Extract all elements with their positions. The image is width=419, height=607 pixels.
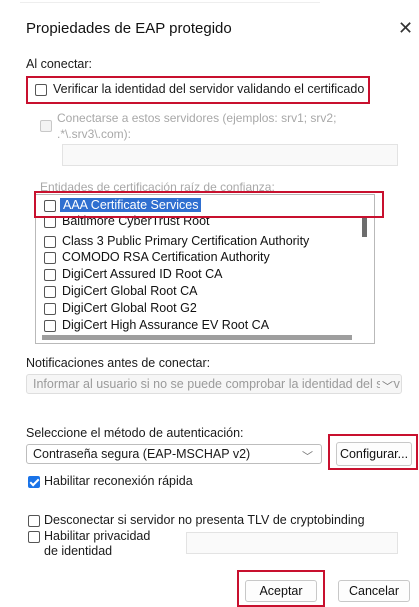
fast-reconnect-label: Habilitar reconexión rápida bbox=[44, 474, 193, 488]
chevron-down-icon: ﹀ bbox=[380, 378, 393, 393]
chevron-down-icon: ﹀ bbox=[302, 451, 313, 463]
ca-heading: Entidades de certificación raíz de confi… bbox=[40, 180, 275, 194]
ca-item-label: COMODO RSA Certification Authority bbox=[62, 250, 270, 264]
top-edge-fragment bbox=[20, 0, 320, 3]
verify-server-label: Verificar la identidad del servidor vali… bbox=[53, 82, 365, 96]
ca-checkbox[interactable] bbox=[44, 236, 56, 248]
auth-method-value: Contraseña segura (EAP-MSCHAP v2) bbox=[33, 447, 251, 461]
auth-method-select[interactable]: Contraseña segura (EAP-MSCHAP v2) ﹀ bbox=[26, 444, 322, 464]
identity-privacy-option[interactable]: Habilitar privacidad de identidad bbox=[26, 528, 186, 562]
notifications-heading: Notificaciones antes de conectar: bbox=[26, 356, 211, 370]
connect-heading: Al conectar: bbox=[26, 57, 93, 71]
cryptobinding-label: Desconectar si servidor no presenta TLV … bbox=[44, 513, 365, 527]
close-icon[interactable]: ✕ bbox=[398, 18, 413, 39]
identity-privacy-label-2: de identidad bbox=[44, 544, 113, 558]
verify-server-option[interactable]: Verificar la identidad del servidor vali… bbox=[26, 76, 370, 104]
ca-item-label: AAA Certificate Services bbox=[60, 198, 202, 212]
connect-servers-label-2: .*\.srv3\.com): bbox=[57, 127, 132, 141]
vertical-scrollbar-thumb[interactable] bbox=[362, 217, 367, 237]
ca-checkbox[interactable] bbox=[44, 216, 56, 228]
ca-item-label: DigiCert Assured ID Root CA bbox=[62, 267, 223, 281]
servers-input bbox=[62, 144, 398, 166]
fast-reconnect-option[interactable]: Habilitar reconexión rápida bbox=[26, 473, 266, 491]
window-title: Propiedades de EAP protegido bbox=[26, 20, 232, 37]
horizontal-scrollbar-thumb[interactable] bbox=[42, 335, 352, 340]
ca-item-label: DigiCert Global Root CA bbox=[62, 284, 198, 298]
connect-servers-label: Conectarse a estos servidores (ejemplos:… bbox=[57, 111, 337, 125]
identity-privacy-label: Habilitar privacidad bbox=[44, 529, 151, 543]
ca-checkbox[interactable] bbox=[44, 320, 56, 332]
fast-reconnect-checkbox[interactable] bbox=[28, 476, 40, 488]
notifications-value: Informar al usuario si no se puede compr… bbox=[33, 377, 400, 391]
ok-button[interactable]: Aceptar bbox=[245, 580, 317, 602]
identity-input bbox=[186, 532, 398, 554]
configure-button[interactable]: Configurar... bbox=[336, 442, 412, 466]
ca-checkbox[interactable] bbox=[44, 286, 56, 298]
ca-item-label: DigiCert Global Root G2 bbox=[62, 301, 197, 315]
auth-heading: Seleccione el método de autenticación: bbox=[26, 426, 244, 440]
connect-servers-checkbox bbox=[40, 120, 52, 132]
cancel-button[interactable]: Cancelar bbox=[338, 580, 410, 602]
verify-server-checkbox[interactable] bbox=[35, 84, 47, 96]
cryptobinding-checkbox[interactable] bbox=[28, 515, 40, 527]
ca-checkbox[interactable] bbox=[44, 269, 56, 281]
identity-privacy-checkbox[interactable] bbox=[28, 531, 40, 543]
ca-checkbox[interactable] bbox=[44, 303, 56, 315]
notifications-select: Informar al usuario si no se puede compr… bbox=[26, 374, 402, 394]
ca-item-label: Baltimore CyberTrust Root bbox=[62, 214, 210, 228]
ca-checkbox[interactable] bbox=[44, 252, 56, 264]
ca-item-label: Class 3 Public Primary Certification Aut… bbox=[62, 234, 310, 248]
ca-checkbox[interactable] bbox=[44, 200, 56, 212]
ca-item-label: DigiCert High Assurance EV Root CA bbox=[62, 318, 270, 332]
ca-list[interactable]: AAA Certificate Services Baltimore Cyber… bbox=[35, 194, 375, 344]
